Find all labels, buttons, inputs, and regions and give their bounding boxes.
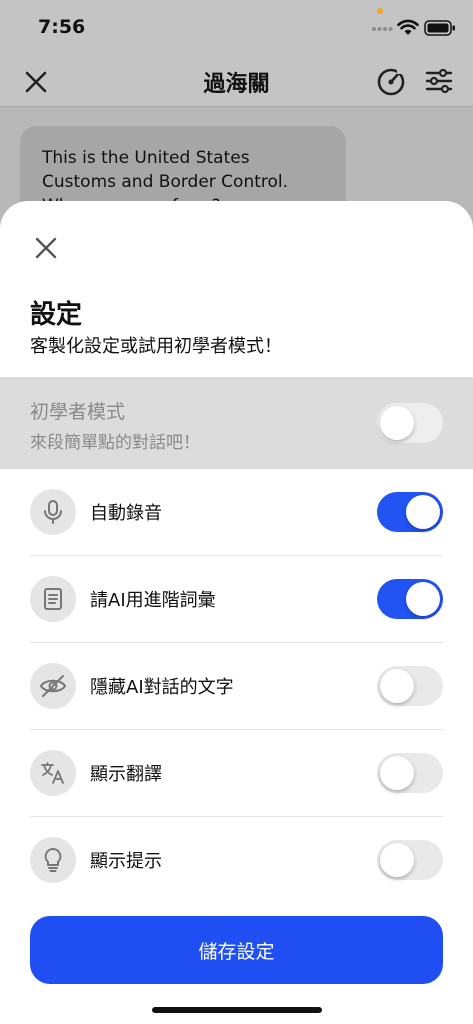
beginner-mode-description: 來段簡單點的對話吧！ bbox=[30, 433, 200, 453]
show-hints-toggle[interactable] bbox=[377, 840, 443, 880]
beginner-mode-row: 初學者模式 來段簡單點的對話吧！ bbox=[0, 377, 473, 469]
sliders-icon[interactable] bbox=[424, 66, 454, 96]
hide-ai-text-toggle[interactable] bbox=[377, 666, 443, 706]
save-settings-button[interactable]: 儲存設定 bbox=[30, 916, 443, 984]
setting-row-hide-ai-text: 隱藏AI對話的文字 bbox=[30, 643, 443, 730]
setting-label-advanced-vocabulary: 請AI用進階詞彙 bbox=[90, 590, 216, 611]
toggle-knob bbox=[380, 669, 414, 703]
show-translation-toggle[interactable] bbox=[377, 753, 443, 793]
setting-label-auto-record: 自動錄音 bbox=[90, 503, 162, 524]
beginner-mode-toggle[interactable] bbox=[377, 403, 443, 443]
battery-icon bbox=[424, 20, 455, 36]
settings-sheet: 設定 客製化設定或試用初學者模式！ 初學者模式 來段簡單點的對話吧！ 自動錄音 bbox=[0, 201, 473, 1024]
setting-label-show-hints: 顯示提示 bbox=[90, 851, 162, 872]
toggle-knob bbox=[380, 756, 414, 790]
cellular-signal-icon bbox=[372, 27, 393, 31]
beginner-mode-title: 初學者模式 bbox=[30, 401, 126, 423]
advanced-vocabulary-toggle[interactable] bbox=[377, 579, 443, 619]
status-bar: 7:56 bbox=[0, 0, 473, 60]
auto-record-toggle[interactable] bbox=[377, 492, 443, 532]
nav-bar: 過海關 bbox=[0, 60, 473, 107]
status-time: 7:56 bbox=[38, 16, 86, 38]
toggle-knob bbox=[380, 843, 414, 877]
sheet-title: 設定 bbox=[30, 300, 83, 330]
lightbulb-icon bbox=[30, 837, 76, 883]
sheet-close-icon[interactable] bbox=[33, 235, 59, 261]
toggle-knob bbox=[380, 406, 414, 440]
microphone-icon bbox=[30, 489, 76, 535]
translate-icon bbox=[30, 750, 76, 796]
document-icon bbox=[30, 576, 76, 622]
privacy-indicator-dot bbox=[377, 8, 383, 14]
setting-row-auto-record: 自動錄音 bbox=[30, 469, 443, 556]
toggle-knob bbox=[406, 495, 440, 529]
speed-gauge-icon[interactable] bbox=[375, 65, 407, 97]
setting-row-show-hints: 顯示提示 bbox=[30, 817, 443, 904]
setting-row-show-translation: 顯示翻譯 bbox=[30, 730, 443, 817]
sheet-subtitle: 客製化設定或試用初學者模式！ bbox=[30, 336, 282, 357]
eye-slash-icon bbox=[30, 663, 76, 709]
wifi-icon bbox=[397, 19, 419, 35]
home-indicator bbox=[152, 1007, 322, 1013]
toggle-knob bbox=[406, 582, 440, 616]
setting-label-show-translation: 顯示翻譯 bbox=[90, 764, 162, 785]
setting-label-hide-ai-text: 隱藏AI對話的文字 bbox=[90, 677, 234, 698]
setting-row-advanced-vocabulary: 請AI用進階詞彙 bbox=[30, 556, 443, 643]
